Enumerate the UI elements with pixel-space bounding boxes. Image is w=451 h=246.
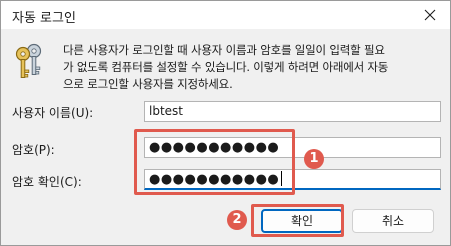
auto-login-dialog: 자동 로그인 다른 사용자가 로그인할 때 사용자 이름과 암호를 일일이 입력…: [0, 0, 451, 246]
cancel-button[interactable]: 취소: [352, 209, 434, 233]
password-input[interactable]: ●●●●●●●●●●●: [144, 137, 441, 158]
description-line: 으로 로그인할 사용자를 지정하세요.: [63, 77, 233, 91]
password-value: ●●●●●●●●●●●: [149, 140, 280, 155]
close-icon: [424, 9, 436, 21]
step-badge-1: 1: [304, 149, 324, 169]
confirm-password-value: ●●●●●●●●●●●: [149, 172, 280, 187]
keys-icon: [15, 43, 42, 78]
username-label: 사용자 이름(U):: [12, 106, 94, 120]
description-text: 다른 사용자가 로그인할 때 사용자 이름과 암호를 일일이 입력할 필요 가 …: [63, 42, 448, 93]
window-title: 자동 로그인: [12, 11, 76, 26]
description-line: 가 없도록 컴퓨터를 설정할 수 있습니다. 이렇게 하려면 아래에서 자동: [63, 60, 389, 74]
confirm-password-input[interactable]: ●●●●●●●●●●●: [144, 169, 441, 190]
username-input[interactable]: lbtest: [144, 101, 441, 122]
step-badge-2: 2: [227, 210, 247, 230]
close-button[interactable]: [410, 1, 450, 29]
username-value: lbtest: [149, 104, 183, 118]
confirm-password-label: 암호 확인(C):: [12, 175, 82, 189]
password-label: 암호(P):: [12, 143, 55, 157]
title-bar: 자동 로그인: [1, 1, 450, 29]
description-line: 다른 사용자가 로그인할 때 사용자 이름과 암호를 일일이 입력할 필요: [63, 43, 385, 57]
text-caret: [281, 171, 283, 186]
ok-button[interactable]: 확인: [261, 209, 343, 233]
